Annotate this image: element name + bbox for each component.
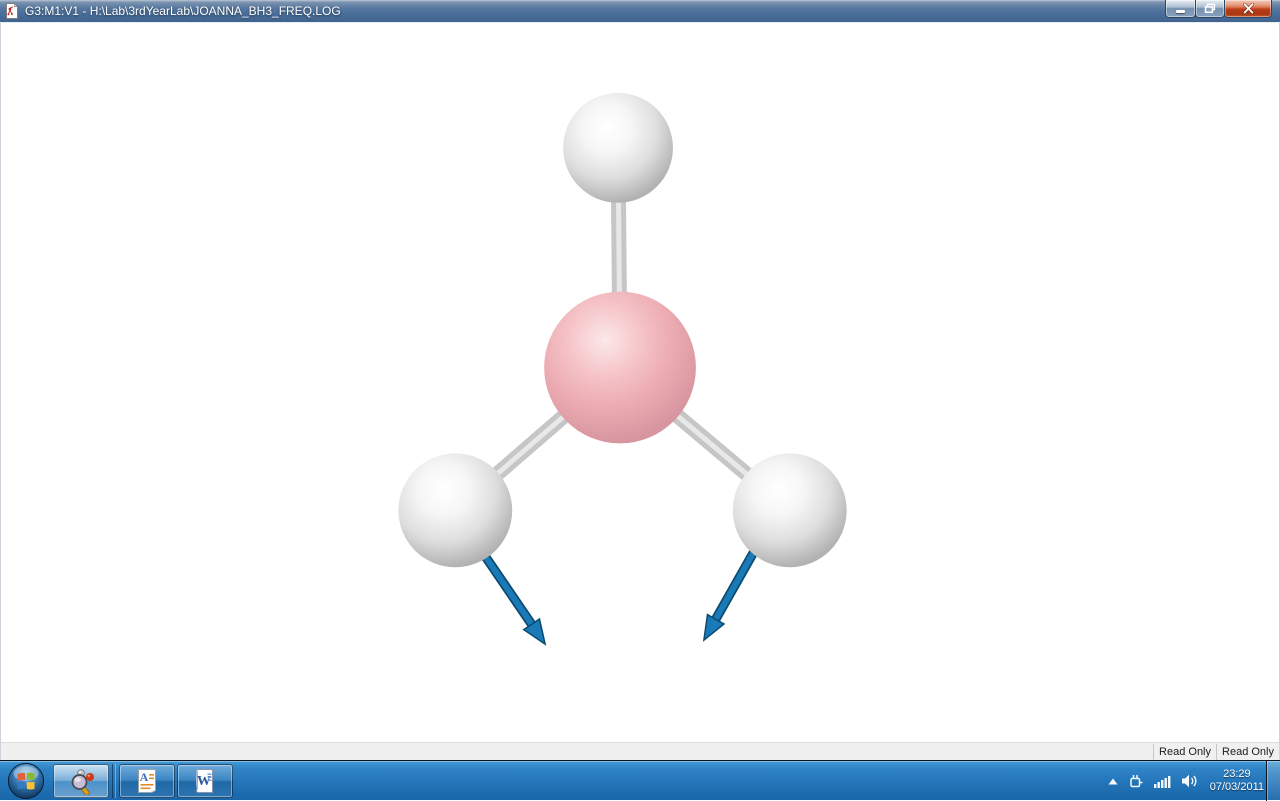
system-tray: 23:29 07/03/2011 [1108, 761, 1264, 801]
status-readonly-2: Read Only [1216, 744, 1279, 760]
hidden-icons-chevron-icon[interactable] [1108, 778, 1118, 785]
atom-H[interactable] [733, 453, 847, 567]
atom-B[interactable] [544, 292, 696, 444]
molecule-svg[interactable] [1, 23, 1279, 742]
taskbar-buttons: A W [0, 761, 1280, 800]
taskbar-app-gaussview[interactable] [53, 764, 109, 798]
show-desktop-button[interactable] [1266, 761, 1280, 801]
title-bar[interactable]: G3:M1:V1 - H:\Lab\3rdYearLab\JOANNA_BH3_… [0, 0, 1280, 23]
gaussview-log-document-icon [4, 3, 20, 19]
taskbar-app-word[interactable]: W [177, 764, 233, 798]
gaussview-icon [67, 767, 95, 795]
taskbar-divider [112, 764, 116, 798]
restore-icon [1204, 3, 1216, 14]
power-plug-icon[interactable] [1128, 774, 1144, 789]
clock-date: 07/03/2011 [1210, 781, 1264, 794]
gaussview-window: G3:M1:V1 - H:\Lab\3rdYearLab\JOANNA_BH3_… [0, 0, 1280, 760]
start-button[interactable] [0, 761, 52, 801]
status-readonly-1: Read Only [1153, 744, 1216, 760]
window-controls [1166, 0, 1272, 18]
word-letter: W [197, 774, 211, 789]
status-bar: Read Only Read Only [0, 742, 1280, 760]
minimize-button[interactable] [1165, 0, 1196, 18]
window-title: G3:M1:V1 - H:\Lab\3rdYearLab\JOANNA_BH3_… [25, 0, 341, 22]
molecule-viewport[interactable] [0, 23, 1280, 742]
wordpad-icon: A [135, 767, 159, 795]
close-icon [1242, 3, 1255, 14]
window-icon[interactable] [4, 3, 20, 19]
volume-icon[interactable] [1181, 774, 1198, 788]
windows-start-icon [7, 762, 45, 800]
clock-time: 23:29 [1210, 768, 1264, 781]
atom-H[interactable] [398, 453, 512, 567]
restore-button[interactable] [1195, 0, 1225, 18]
taskbar: A W [0, 760, 1280, 800]
taskbar-app-wordpad[interactable]: A [119, 764, 175, 798]
network-signal-icon[interactable] [1154, 775, 1171, 788]
atom-H[interactable] [563, 93, 673, 203]
close-button[interactable] [1224, 0, 1272, 18]
minimize-icon [1176, 10, 1185, 13]
taskbar-clock[interactable]: 23:29 07/03/2011 [1210, 768, 1264, 794]
wordpad-letter: A [140, 770, 149, 784]
word-icon: W [193, 767, 217, 795]
